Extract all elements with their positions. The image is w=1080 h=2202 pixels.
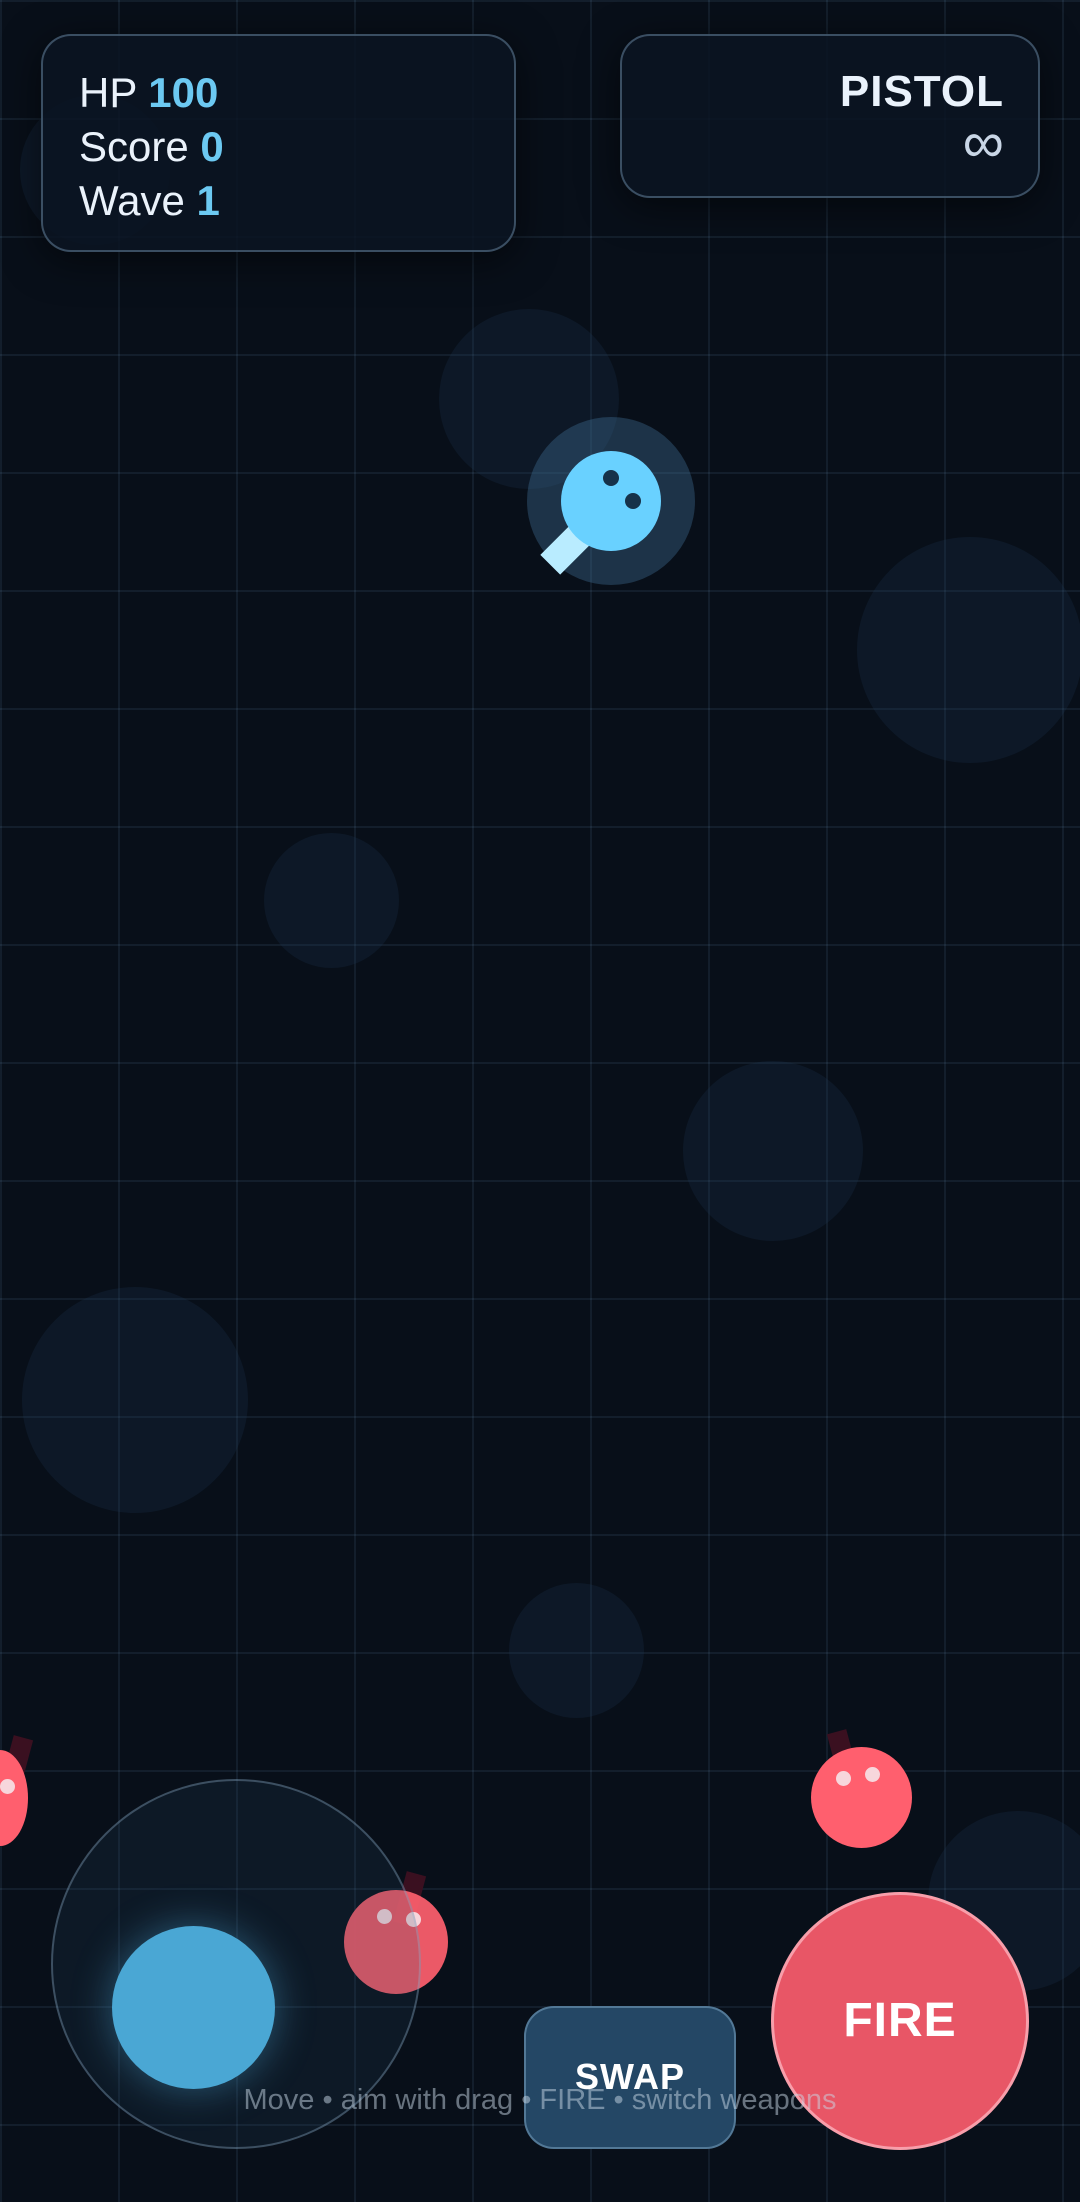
enemy-eye <box>0 1779 15 1794</box>
controls-hint: Move • aim with drag • FIRE • switch wea… <box>243 2084 837 2116</box>
hp-row: HP 100 <box>79 66 514 120</box>
enemy-eye <box>865 1767 880 1782</box>
weapon-name: PISTOL <box>839 67 1004 116</box>
wave-value: 1 <box>196 177 220 224</box>
player-eye <box>603 470 619 486</box>
enemy-character <box>811 1747 912 1848</box>
game-stage[interactable]: HP 100 Score 0 Wave 1 PISTOL ∞ SWAP FIRE… <box>0 0 1080 2202</box>
swap-button[interactable]: SWAP <box>524 2006 736 2149</box>
score-row: Score 0 <box>79 120 514 174</box>
wave-row: Wave 1 <box>79 174 514 228</box>
score-value: 0 <box>200 123 224 170</box>
background-blob <box>264 833 399 968</box>
background-blob <box>683 1061 863 1241</box>
background-blob <box>22 1287 248 1513</box>
player-eye <box>625 493 641 509</box>
score-label: Score <box>79 123 189 170</box>
hp-value: 100 <box>148 69 219 116</box>
background-blob <box>509 1583 644 1718</box>
wave-label: Wave <box>79 177 185 224</box>
ammo-infinite-icon: ∞ <box>962 110 1004 175</box>
weapon-panel: PISTOL ∞ <box>620 34 1040 198</box>
background-blob <box>857 537 1080 763</box>
stats-panel: HP 100 Score 0 Wave 1 <box>41 34 516 252</box>
player-character <box>561 451 661 551</box>
joystick-knob[interactable] <box>112 1926 275 2089</box>
enemy-eye <box>836 1771 851 1786</box>
hp-label: HP <box>79 69 137 116</box>
